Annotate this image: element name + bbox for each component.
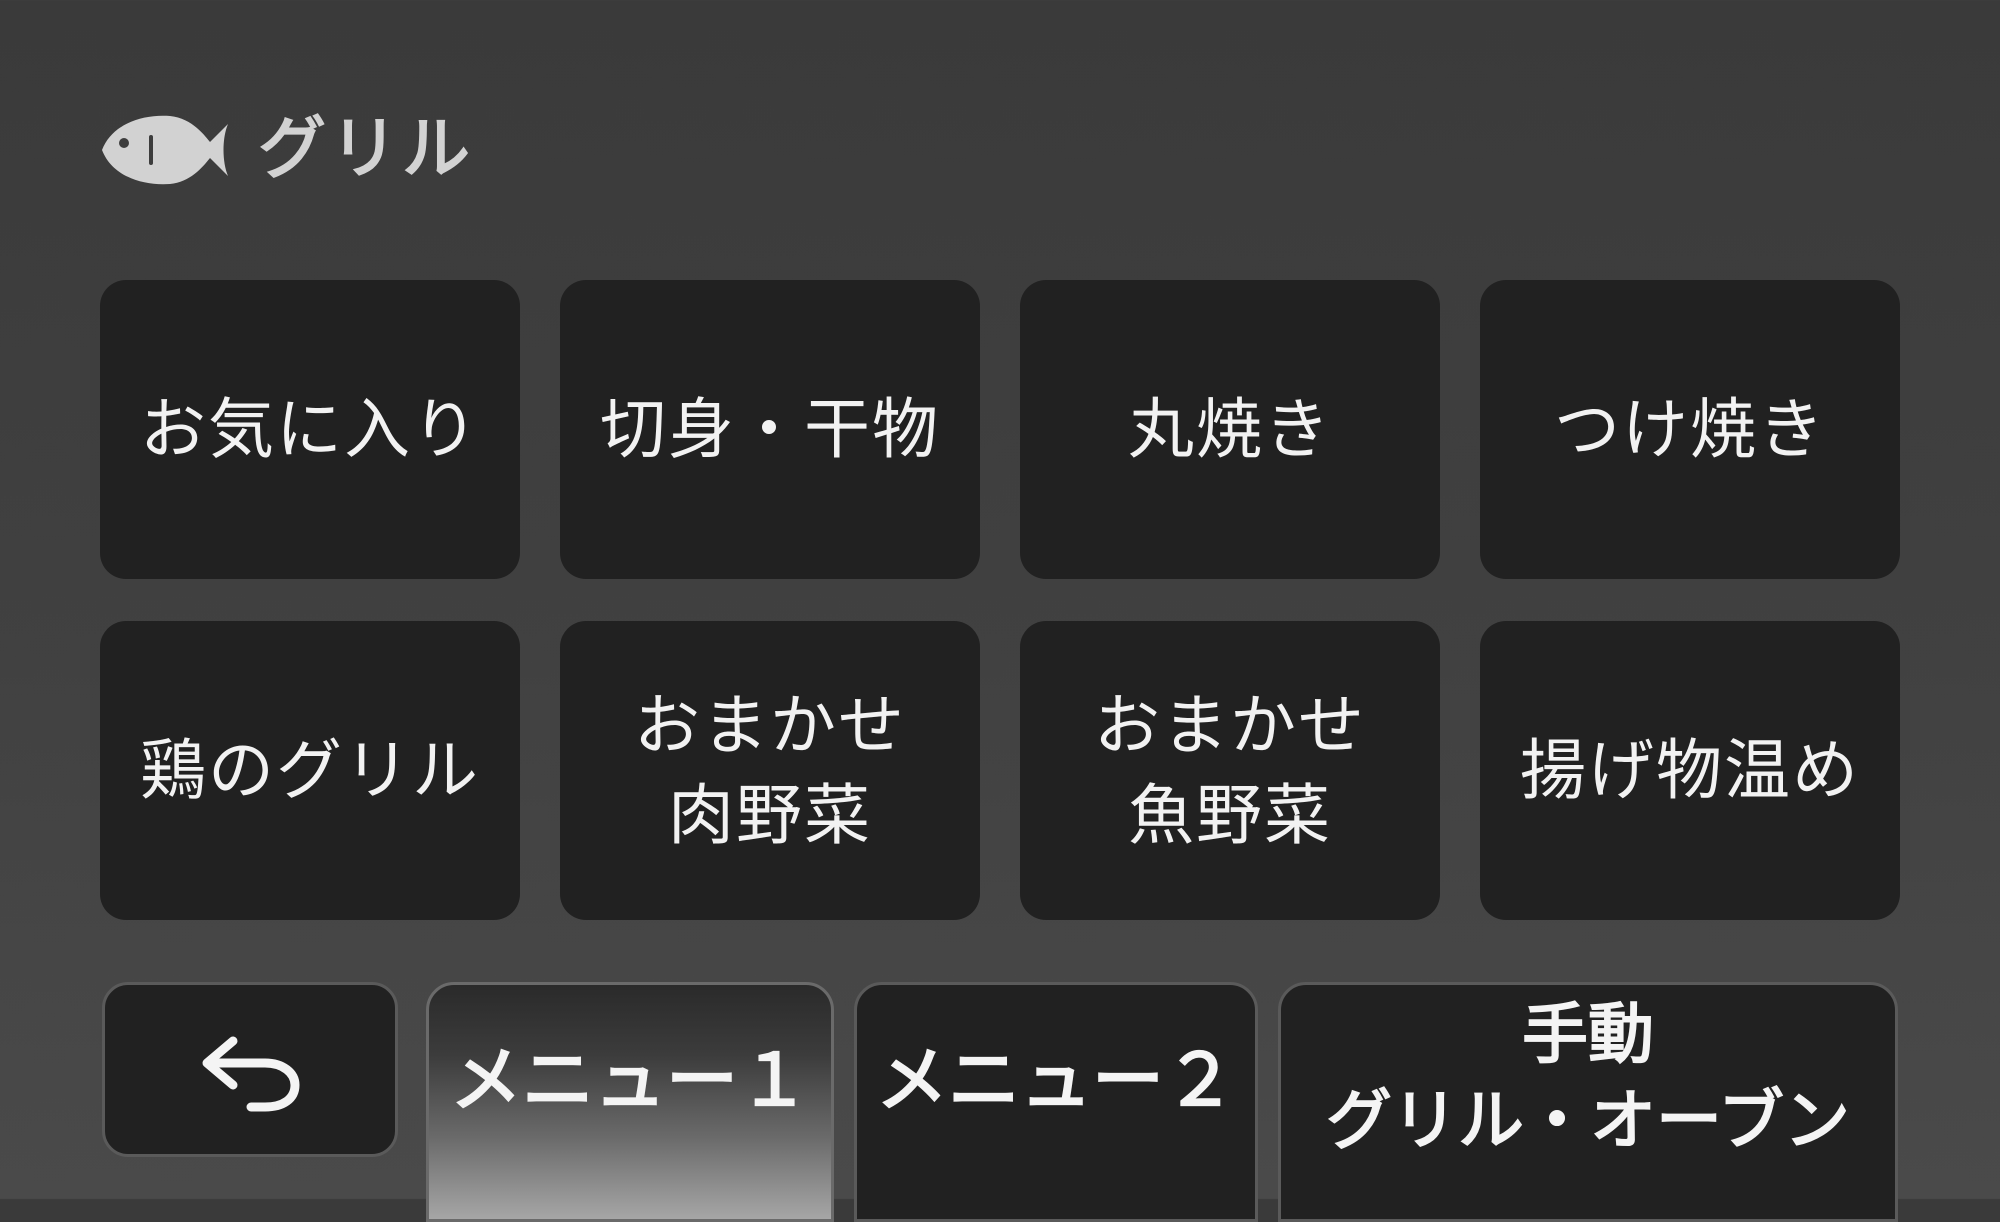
tab-manual-label-line2: グリル・オーブン	[1325, 1082, 1851, 1159]
tile-label: 切身・干物	[600, 390, 940, 468]
tile-label-line1: おまかせ	[634, 686, 906, 764]
tab-menu-2[interactable]: メニュー２	[854, 982, 1258, 1222]
tile-auto-meat-vegetables[interactable]: おまかせ 肉野菜	[560, 621, 980, 920]
tile-favorites[interactable]: お気に入り	[100, 280, 520, 579]
tab-menu-1-label: メニュー１	[449, 1037, 810, 1122]
page-title: グリル	[258, 110, 475, 189]
tab-menu-2-label: メニュー２	[875, 1037, 1236, 1122]
tab-manual-label-line1: 手動	[1522, 996, 1654, 1074]
tab-menu-1[interactable]: メニュー１	[426, 982, 834, 1222]
fish-icon	[102, 115, 228, 185]
tile-reheat-fried-food[interactable]: 揚げ物温め	[1480, 621, 1900, 920]
tab-manual-grill-oven[interactable]: 手動 グリル・オーブン	[1278, 982, 1898, 1222]
tile-fillet-dried-fish[interactable]: 切身・干物	[560, 280, 980, 579]
back-arrow-icon	[202, 1036, 300, 1111]
tile-label: 鶏のグリル	[140, 731, 480, 809]
tile-label: つけ焼き	[1554, 390, 1826, 468]
tile-label: 揚げ物温め	[1520, 731, 1860, 809]
tile-auto-fish-vegetables[interactable]: おまかせ 魚野菜	[1020, 621, 1440, 920]
tile-whole-fish[interactable]: 丸焼き	[1020, 280, 1440, 579]
tile-label: 丸焼き	[1128, 390, 1332, 468]
tile-label-line2: 肉野菜	[668, 776, 872, 854]
tile-label: お気に入り	[140, 390, 480, 468]
back-button[interactable]	[102, 982, 398, 1157]
tile-label-line2: 魚野菜	[1128, 776, 1332, 854]
tile-chicken-grill[interactable]: 鶏のグリル	[100, 621, 520, 920]
page-header: グリル	[98, 100, 474, 200]
menu-grid: お気に入り 切身・干物 丸焼き つけ焼き 鶏のグリル おまかせ 肉野菜 おまかせ…	[100, 280, 1900, 920]
tile-marinated-grill[interactable]: つけ焼き	[1480, 280, 1900, 579]
tile-label-line1: おまかせ	[1094, 686, 1366, 764]
